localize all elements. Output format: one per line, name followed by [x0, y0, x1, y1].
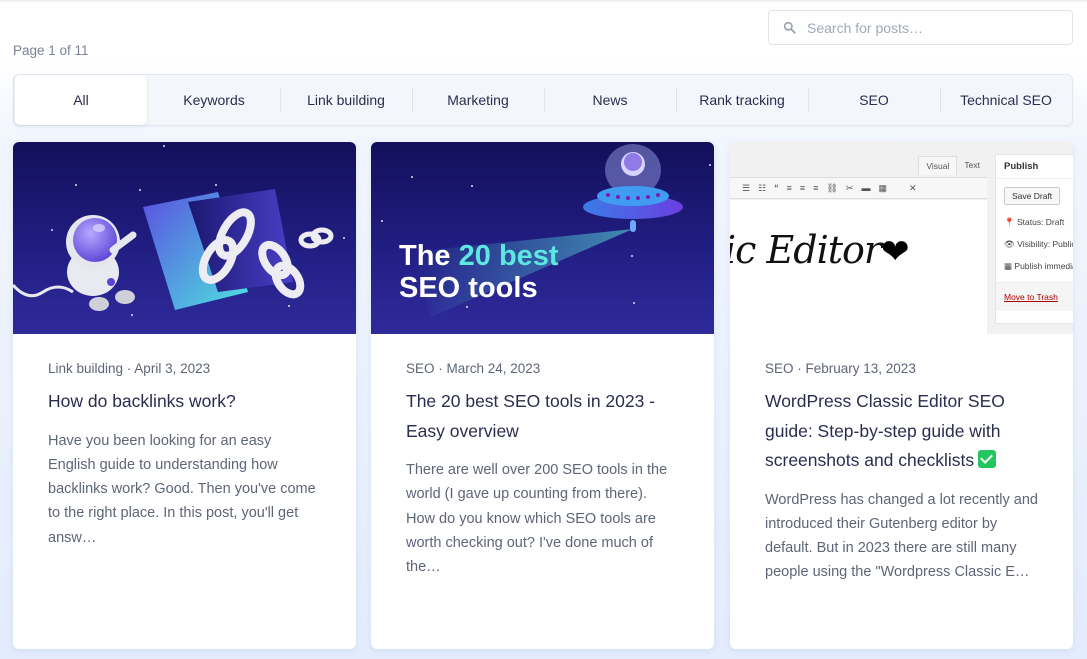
astronaut-chain-illustration [13, 189, 334, 311]
status-row: 📍 Status: Draft [1004, 217, 1065, 227]
post-card[interactable]: The 20 best SEO tools SEO · March 24, 20… [371, 142, 714, 649]
check-mark-icon [978, 450, 997, 468]
post-meta: Link building · April 3, 2023 [48, 361, 211, 376]
editor-toolbar: ☰ ☷ “ ≡ ≡ ≡ ⛓ ✂ ▬ ▦ ✕ [730, 177, 987, 199]
tab-link-building[interactable]: Link building [280, 75, 412, 125]
search-input[interactable] [807, 19, 1057, 36]
thumbnail-headline: The 20 best SEO tools [399, 240, 559, 304]
post-excerpt: WordPress has changed a lot recently and… [765, 491, 1038, 581]
heart-icon: ❤ [881, 232, 909, 272]
align-right-icon: ≡ [813, 183, 819, 193]
calendar-icon: ▦ [1004, 261, 1013, 271]
tab-seo[interactable]: SEO [808, 75, 940, 125]
post-excerpt: There are well over 200 SEO tools in the… [406, 462, 668, 576]
blockquote-icon: “ [774, 183, 779, 193]
tab-news[interactable]: News [544, 75, 676, 125]
move-to-trash-link: Move to Trash [996, 282, 1073, 311]
post-meta: SEO · February 13, 2023 [765, 361, 916, 376]
visibility-row: 👁 Visibility: Public [1004, 239, 1073, 249]
post-title[interactable]: The 20 best SEO tools in 2023 - Easy ove… [406, 387, 679, 446]
fullscreen-icon: ✕ [908, 182, 917, 193]
publish-box: Publish Save Draft 📍 Status: Draft 👁 Vis… [995, 154, 1073, 324]
post-title-text: WordPress Classic Editor SEO guide: Step… [765, 391, 1005, 470]
post-thumbnail-seo-tools[interactable]: The 20 best SEO tools [371, 142, 714, 334]
schedule-row: ▦ Publish immediately [1004, 261, 1073, 271]
unlink-icon: ✂ [845, 182, 854, 193]
post-excerpt: Have you been looking for an easy Englis… [48, 432, 316, 546]
search-icon [783, 21, 796, 34]
category-tabs: All Keywords Link building Marketing New… [13, 74, 1073, 126]
toolbar-toggle-icon: ▦ [878, 182, 887, 193]
editor-script-text: ic Editor❤ [730, 228, 910, 272]
post-title[interactable]: WordPress Classic Editor SEO guide: Step… [765, 387, 1038, 476]
numbered-list-icon: ☷ [758, 182, 767, 193]
link-icon: ⛓ [826, 182, 838, 193]
post-thumbnail-wp-editor[interactable]: Visual Text ☰ ☷ “ ≡ ≡ ≡ ⛓ ✂ ▬ ▦ ✕ ic Edi… [730, 142, 1073, 334]
post-thumbnail-backlinks[interactable] [13, 142, 356, 334]
post-card[interactable]: Visual Text ☰ ☷ “ ≡ ≡ ≡ ⛓ ✂ ▬ ▦ ✕ ic Edi… [730, 142, 1073, 649]
post-card[interactable]: Link building · April 3, 2023 How do bac… [13, 142, 356, 649]
align-center-icon: ≡ [799, 183, 806, 193]
tab-keywords[interactable]: Keywords [148, 75, 280, 125]
eye-icon: 👁 [1004, 239, 1015, 249]
ufo-illustration [411, 144, 683, 317]
top-divider [0, 0, 1087, 2]
tab-all[interactable]: All [15, 75, 147, 125]
pin-icon: 📍 [1004, 217, 1015, 227]
tab-rank-tracking[interactable]: Rank tracking [676, 75, 808, 125]
post-title[interactable]: How do backlinks work? [48, 387, 321, 417]
page-count: Page 1 of 11 [13, 43, 89, 58]
tab-technical-seo[interactable]: Technical SEO [940, 75, 1072, 125]
editor-tabs: Visual Text [918, 156, 987, 175]
align-left-icon: ≡ [786, 183, 792, 193]
bullet-list-icon: ☰ [742, 182, 751, 193]
tab-marketing[interactable]: Marketing [412, 75, 544, 125]
search-box[interactable] [768, 10, 1073, 45]
post-meta: SEO · March 24, 2023 [406, 361, 541, 376]
read-more-icon: ▬ [861, 183, 871, 193]
save-draft-button: Save Draft [1004, 187, 1061, 205]
